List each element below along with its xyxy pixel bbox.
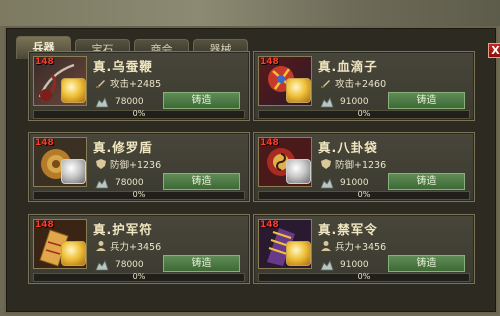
item-stat: 兵力+3456 (335, 242, 387, 253)
level-badge: 148 (35, 138, 54, 148)
gold-gem-icon (61, 241, 86, 266)
silver-gem-icon (286, 159, 311, 184)
ore-icon (95, 178, 109, 189)
item-card: 148 真.八卦袋 防御+1236 91000 铸造 0% (253, 132, 475, 202)
sword-icon (96, 80, 105, 88)
ore-icon (95, 97, 109, 108)
item-card: 148 真.护军符 兵力+3456 78000 铸造 0% (28, 214, 250, 284)
item-image: 148 (258, 219, 312, 269)
item-cost: 78000 (115, 97, 144, 107)
item-image: 148 (33, 137, 87, 187)
forge-panel: 兵器 宝石 商会 器械 X 148 真.乌蚕鞭 攻击+2485 78000 铸造… (4, 26, 500, 314)
item-cost: 78000 (115, 260, 144, 270)
item-image: 148 (258, 56, 312, 106)
item-cost: 78000 (115, 178, 144, 188)
item-stat: 防御+1236 (335, 160, 387, 171)
shield-icon (96, 159, 106, 169)
soldier-icon (96, 241, 106, 251)
item-name: 真.修罗盾 (93, 140, 153, 155)
item-stat: 攻击+2460 (335, 79, 387, 90)
progress-bar: 0% (33, 272, 245, 282)
gold-gem-icon (286, 241, 311, 266)
progress-text: 0% (132, 272, 146, 281)
level-badge: 148 (35, 57, 54, 67)
ore-icon (320, 260, 334, 271)
ore-icon (320, 97, 334, 108)
forge-button[interactable]: 铸造 (388, 92, 465, 109)
item-image: 148 (33, 219, 87, 269)
item-cost: 91000 (340, 97, 369, 107)
gold-gem-icon (61, 78, 86, 103)
item-card: 148 真.乌蚕鞭 攻击+2485 78000 铸造 0% (28, 51, 250, 121)
item-stat: 防御+1236 (110, 160, 162, 171)
forge-button[interactable]: 铸造 (163, 173, 240, 190)
sword-icon (321, 80, 330, 88)
item-stat: 兵力+3456 (110, 242, 162, 253)
ore-icon (320, 178, 334, 189)
item-name: 真.八卦袋 (318, 140, 378, 155)
silver-gem-icon (61, 159, 86, 184)
forge-button[interactable]: 铸造 (163, 92, 240, 109)
progress-bar: 0% (33, 190, 245, 200)
close-button[interactable]: X (488, 43, 500, 58)
item-name: 真.血滴子 (318, 59, 378, 74)
item-card: 148 真.禁军令 兵力+3456 91000 铸造 0% (253, 214, 475, 284)
progress-text: 0% (132, 109, 146, 118)
level-badge: 148 (35, 220, 54, 230)
ore-icon (95, 260, 109, 271)
level-badge: 148 (260, 138, 279, 148)
item-name: 真.禁军令 (318, 222, 378, 237)
game-background (0, 0, 500, 26)
forge-button[interactable]: 铸造 (163, 255, 240, 272)
soldier-icon (321, 241, 331, 251)
progress-text: 0% (357, 109, 371, 118)
forge-button[interactable]: 铸造 (388, 255, 465, 272)
progress-text: 0% (132, 190, 146, 199)
item-image: 148 (33, 56, 87, 106)
item-stat: 攻击+2485 (110, 79, 162, 90)
progress-text: 0% (357, 272, 371, 281)
item-card: 148 真.血滴子 攻击+2460 91000 铸造 0% (253, 51, 475, 121)
item-name: 真.护军符 (93, 222, 153, 237)
progress-bar: 0% (258, 109, 470, 119)
level-badge: 148 (260, 220, 279, 230)
gold-gem-icon (286, 78, 311, 103)
item-image: 148 (258, 137, 312, 187)
item-cost: 91000 (340, 260, 369, 270)
level-badge: 148 (260, 57, 279, 67)
progress-bar: 0% (33, 109, 245, 119)
item-cost: 91000 (340, 178, 369, 188)
shield-icon (321, 159, 331, 169)
progress-bar: 0% (258, 190, 470, 200)
item-name: 真.乌蚕鞭 (93, 59, 153, 74)
forge-button[interactable]: 铸造 (388, 173, 465, 190)
progress-bar: 0% (258, 272, 470, 282)
item-card: 148 真.修罗盾 防御+1236 78000 铸造 0% (28, 132, 250, 202)
progress-text: 0% (357, 190, 371, 199)
